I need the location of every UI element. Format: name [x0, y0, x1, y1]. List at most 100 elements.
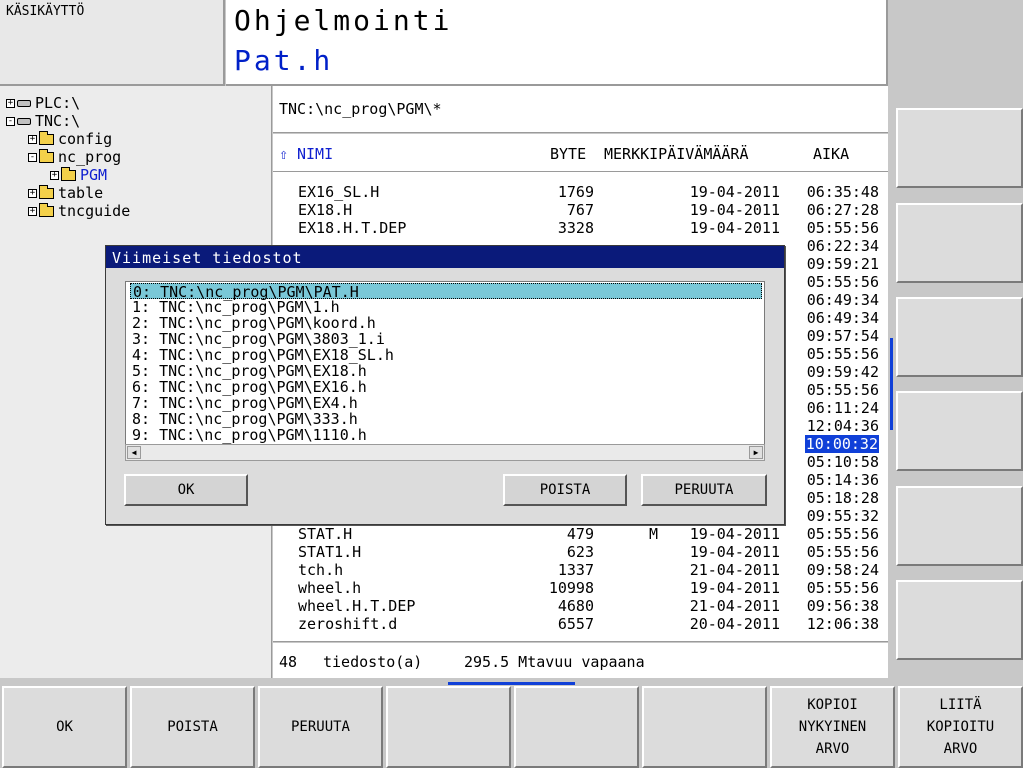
file-size: 4680: [557, 597, 594, 615]
program-name: Pat.h: [234, 44, 334, 77]
scroll-left-icon[interactable]: ◀: [127, 446, 141, 459]
collapse-icon[interactable]: -: [6, 116, 15, 126]
vertical-softkey-2[interactable]: [896, 203, 1023, 283]
recent-file-item[interactable]: 2: TNC:\nc_prog\PGM\koord.h: [130, 315, 762, 331]
folder-icon: [39, 148, 54, 163]
file-flag: M: [649, 525, 659, 543]
file-time: 06:49:34: [806, 309, 879, 327]
recent-file-item[interactable]: 9: TNC:\nc_prog\PGM\1110.h: [130, 427, 762, 443]
dialog-delete-button[interactable]: POISTA: [503, 474, 627, 506]
file-name: wheel.h: [298, 579, 362, 597]
tree-item[interactable]: - nc_prog: [28, 148, 121, 166]
file-row[interactable]: EX18.H.T.DEP 3328 19-04-2011 05:55:56: [273, 219, 888, 237]
column-name[interactable]: NIMI: [297, 145, 333, 163]
file-time: 05:55:56: [806, 525, 879, 543]
file-date: 19-04-2011: [689, 201, 780, 219]
drive-icon: [17, 99, 31, 107]
recent-files-list[interactable]: 0: TNC:\nc_prog\PGM\PAT.H 1: TNC:\nc_prog…: [125, 281, 765, 461]
status-bar: 48 tiedosto(a) 295.5 Mtavuu vapaana: [273, 643, 888, 678]
dialog-ok-button[interactable]: OK: [124, 474, 248, 506]
file-date: 19-04-2011: [689, 219, 780, 237]
folder-icon: [39, 202, 54, 217]
tree-item[interactable]: - TNC:\: [6, 112, 80, 130]
column-flag-date[interactable]: MERKKIPÄIVÄMÄÄRÄ: [604, 145, 749, 163]
expand-icon[interactable]: +: [28, 134, 37, 144]
collapse-icon[interactable]: -: [28, 152, 37, 162]
expand-icon[interactable]: +: [6, 98, 15, 108]
vertical-softkey-1[interactable]: [896, 108, 1023, 188]
horizontal-scrollbar[interactable]: ◀ ▶: [125, 444, 765, 461]
recent-file-item[interactable]: 8: TNC:\nc_prog\PGM\333.h: [130, 411, 762, 427]
file-time: 06:27:28: [806, 201, 879, 219]
file-time: 05:18:28: [806, 489, 879, 507]
tree-item-label: TNC:\: [35, 112, 81, 130]
file-date: 21-04-2011: [689, 561, 780, 579]
tree-item[interactable]: + PGM: [50, 166, 107, 184]
file-count: 48: [279, 653, 298, 671]
file-time: 09:59:21: [806, 255, 879, 273]
column-time[interactable]: AIKA: [813, 145, 849, 163]
file-row[interactable]: tch.h 1337 21-04-2011 09:58:24: [273, 561, 888, 579]
file-time: 05:55:56: [806, 345, 879, 363]
vertical-softkey-4[interactable]: [896, 391, 1023, 471]
file-row[interactable]: wheel.H.T.DEP 4680 21-04-2011 09:56:38: [273, 597, 888, 615]
softkey-paste-copied-value[interactable]: LIITÄ KOPIOITU ARVO: [898, 686, 1023, 768]
file-row[interactable]: zeroshift.d 6557 20-04-2011 12:06:38: [273, 615, 888, 633]
dialog-cancel-button[interactable]: PERUUTA: [641, 474, 767, 506]
file-time: 05:55:56: [806, 219, 879, 237]
softkey-ok[interactable]: OK: [2, 686, 127, 768]
current-path: TNC:\nc_prog\PGM\*: [279, 100, 442, 118]
scroll-right-icon[interactable]: ▶: [749, 446, 763, 459]
file-row[interactable]: EX18.H 767 19-04-2011 06:27:28: [273, 201, 888, 219]
path-bar: TNC:\nc_prog\PGM\*: [273, 86, 888, 133]
file-row[interactable]: EX16_SL.H 1769 19-04-2011 06:35:48: [273, 183, 888, 201]
vertical-softkey-5[interactable]: [896, 486, 1023, 566]
expand-icon[interactable]: +: [50, 170, 59, 180]
file-size: 767: [566, 201, 594, 219]
softkey-copy-current-value[interactable]: KOPIOI NYKYINEN ARVO: [770, 686, 895, 768]
recent-file-item[interactable]: 3: TNC:\nc_prog\PGM\3803_1.i: [130, 331, 762, 347]
softkey-empty-6[interactable]: [642, 686, 767, 768]
recent-file-item[interactable]: 7: TNC:\nc_prog\PGM\EX4.h: [130, 395, 762, 411]
file-time: 05:55:56: [806, 381, 879, 399]
recent-file-item[interactable]: 5: TNC:\nc_prog\PGM\EX18.h: [130, 363, 762, 379]
expand-icon[interactable]: +: [28, 188, 37, 198]
expand-icon[interactable]: +: [28, 206, 37, 216]
file-size: 1337: [557, 561, 594, 579]
vertical-softkey-3[interactable]: [896, 297, 1023, 377]
sort-up-icon[interactable]: ⇧: [279, 145, 288, 163]
recent-file-item[interactable]: 1: TNC:\nc_prog\PGM\1.h: [130, 299, 762, 315]
folder-icon: [39, 184, 54, 199]
file-name: wheel.H.T.DEP: [298, 597, 416, 615]
recent-file-item[interactable]: 4: TNC:\nc_prog\PGM\EX18_SL.h: [130, 347, 762, 363]
tree-item-label: PGM: [80, 166, 108, 184]
file-time: 06:49:34: [806, 291, 879, 309]
file-size: 1769: [557, 183, 594, 201]
softkey-delete[interactable]: POISTA: [130, 686, 255, 768]
file-row[interactable]: wheel.h 10998 19-04-2011 05:55:56: [273, 579, 888, 597]
file-row[interactable]: STAT1.H 623 19-04-2011 05:55:56: [273, 543, 888, 561]
file-time: 06:22:34: [806, 237, 879, 255]
file-size: 479: [566, 525, 594, 543]
tree-item[interactable]: + PLC:\: [6, 94, 80, 112]
tree-item[interactable]: + tncguide: [28, 202, 130, 220]
file-name: STAT.H: [298, 525, 353, 543]
file-time: 05:55:56: [806, 273, 879, 291]
file-time: 05:10:58: [806, 453, 879, 471]
recent-file-item[interactable]: 0: TNC:\nc_prog\PGM\PAT.H: [130, 283, 762, 300]
file-row[interactable]: STAT.H 479 M 19-04-2011 05:55:56: [273, 525, 888, 543]
file-date: 19-04-2011: [689, 183, 780, 201]
recent-file-item[interactable]: 6: TNC:\nc_prog\PGM\EX16.h: [130, 379, 762, 395]
softkey-cancel[interactable]: PERUUTA: [258, 686, 383, 768]
softkey-empty-4[interactable]: [386, 686, 511, 768]
header-title-box: Ohjelmointi Pat.h: [226, 0, 888, 86]
header-right-area: [889, 0, 1023, 86]
tree-item-label: nc_prog: [58, 148, 122, 166]
vertical-softkey-6[interactable]: [896, 580, 1023, 660]
file-list-header: ⇧ NIMI BYTE MERKKIPÄIVÄMÄÄRÄ AIKA: [273, 134, 888, 172]
tree-item[interactable]: + table: [28, 184, 103, 202]
softkey-empty-5[interactable]: [514, 686, 639, 768]
column-byte[interactable]: BYTE: [550, 145, 586, 163]
file-name: EX16_SL.H: [298, 183, 380, 201]
tree-item[interactable]: + config: [28, 130, 112, 148]
